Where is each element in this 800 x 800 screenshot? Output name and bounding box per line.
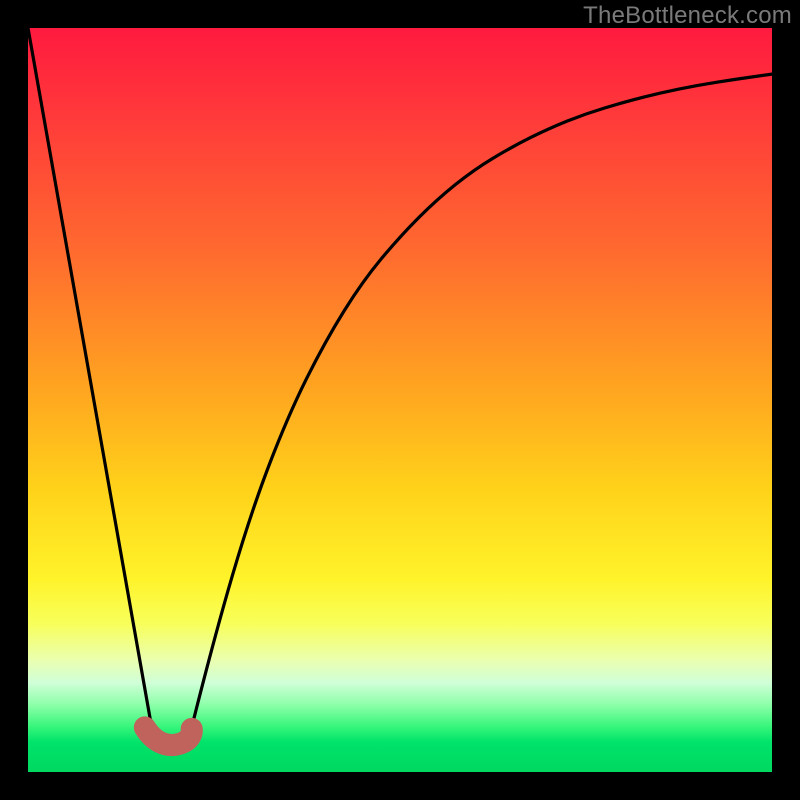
plot-area — [28, 28, 772, 772]
valley-marker — [145, 727, 192, 745]
valley-highlight — [145, 727, 192, 745]
curve-group — [28, 28, 772, 750]
watermark-text: TheBottleneck.com — [583, 2, 792, 30]
chart-frame: TheBottleneck.com — [0, 0, 800, 800]
right-branch-line — [192, 74, 772, 727]
curve-layer — [28, 28, 772, 772]
left-branch-line — [28, 28, 166, 750]
